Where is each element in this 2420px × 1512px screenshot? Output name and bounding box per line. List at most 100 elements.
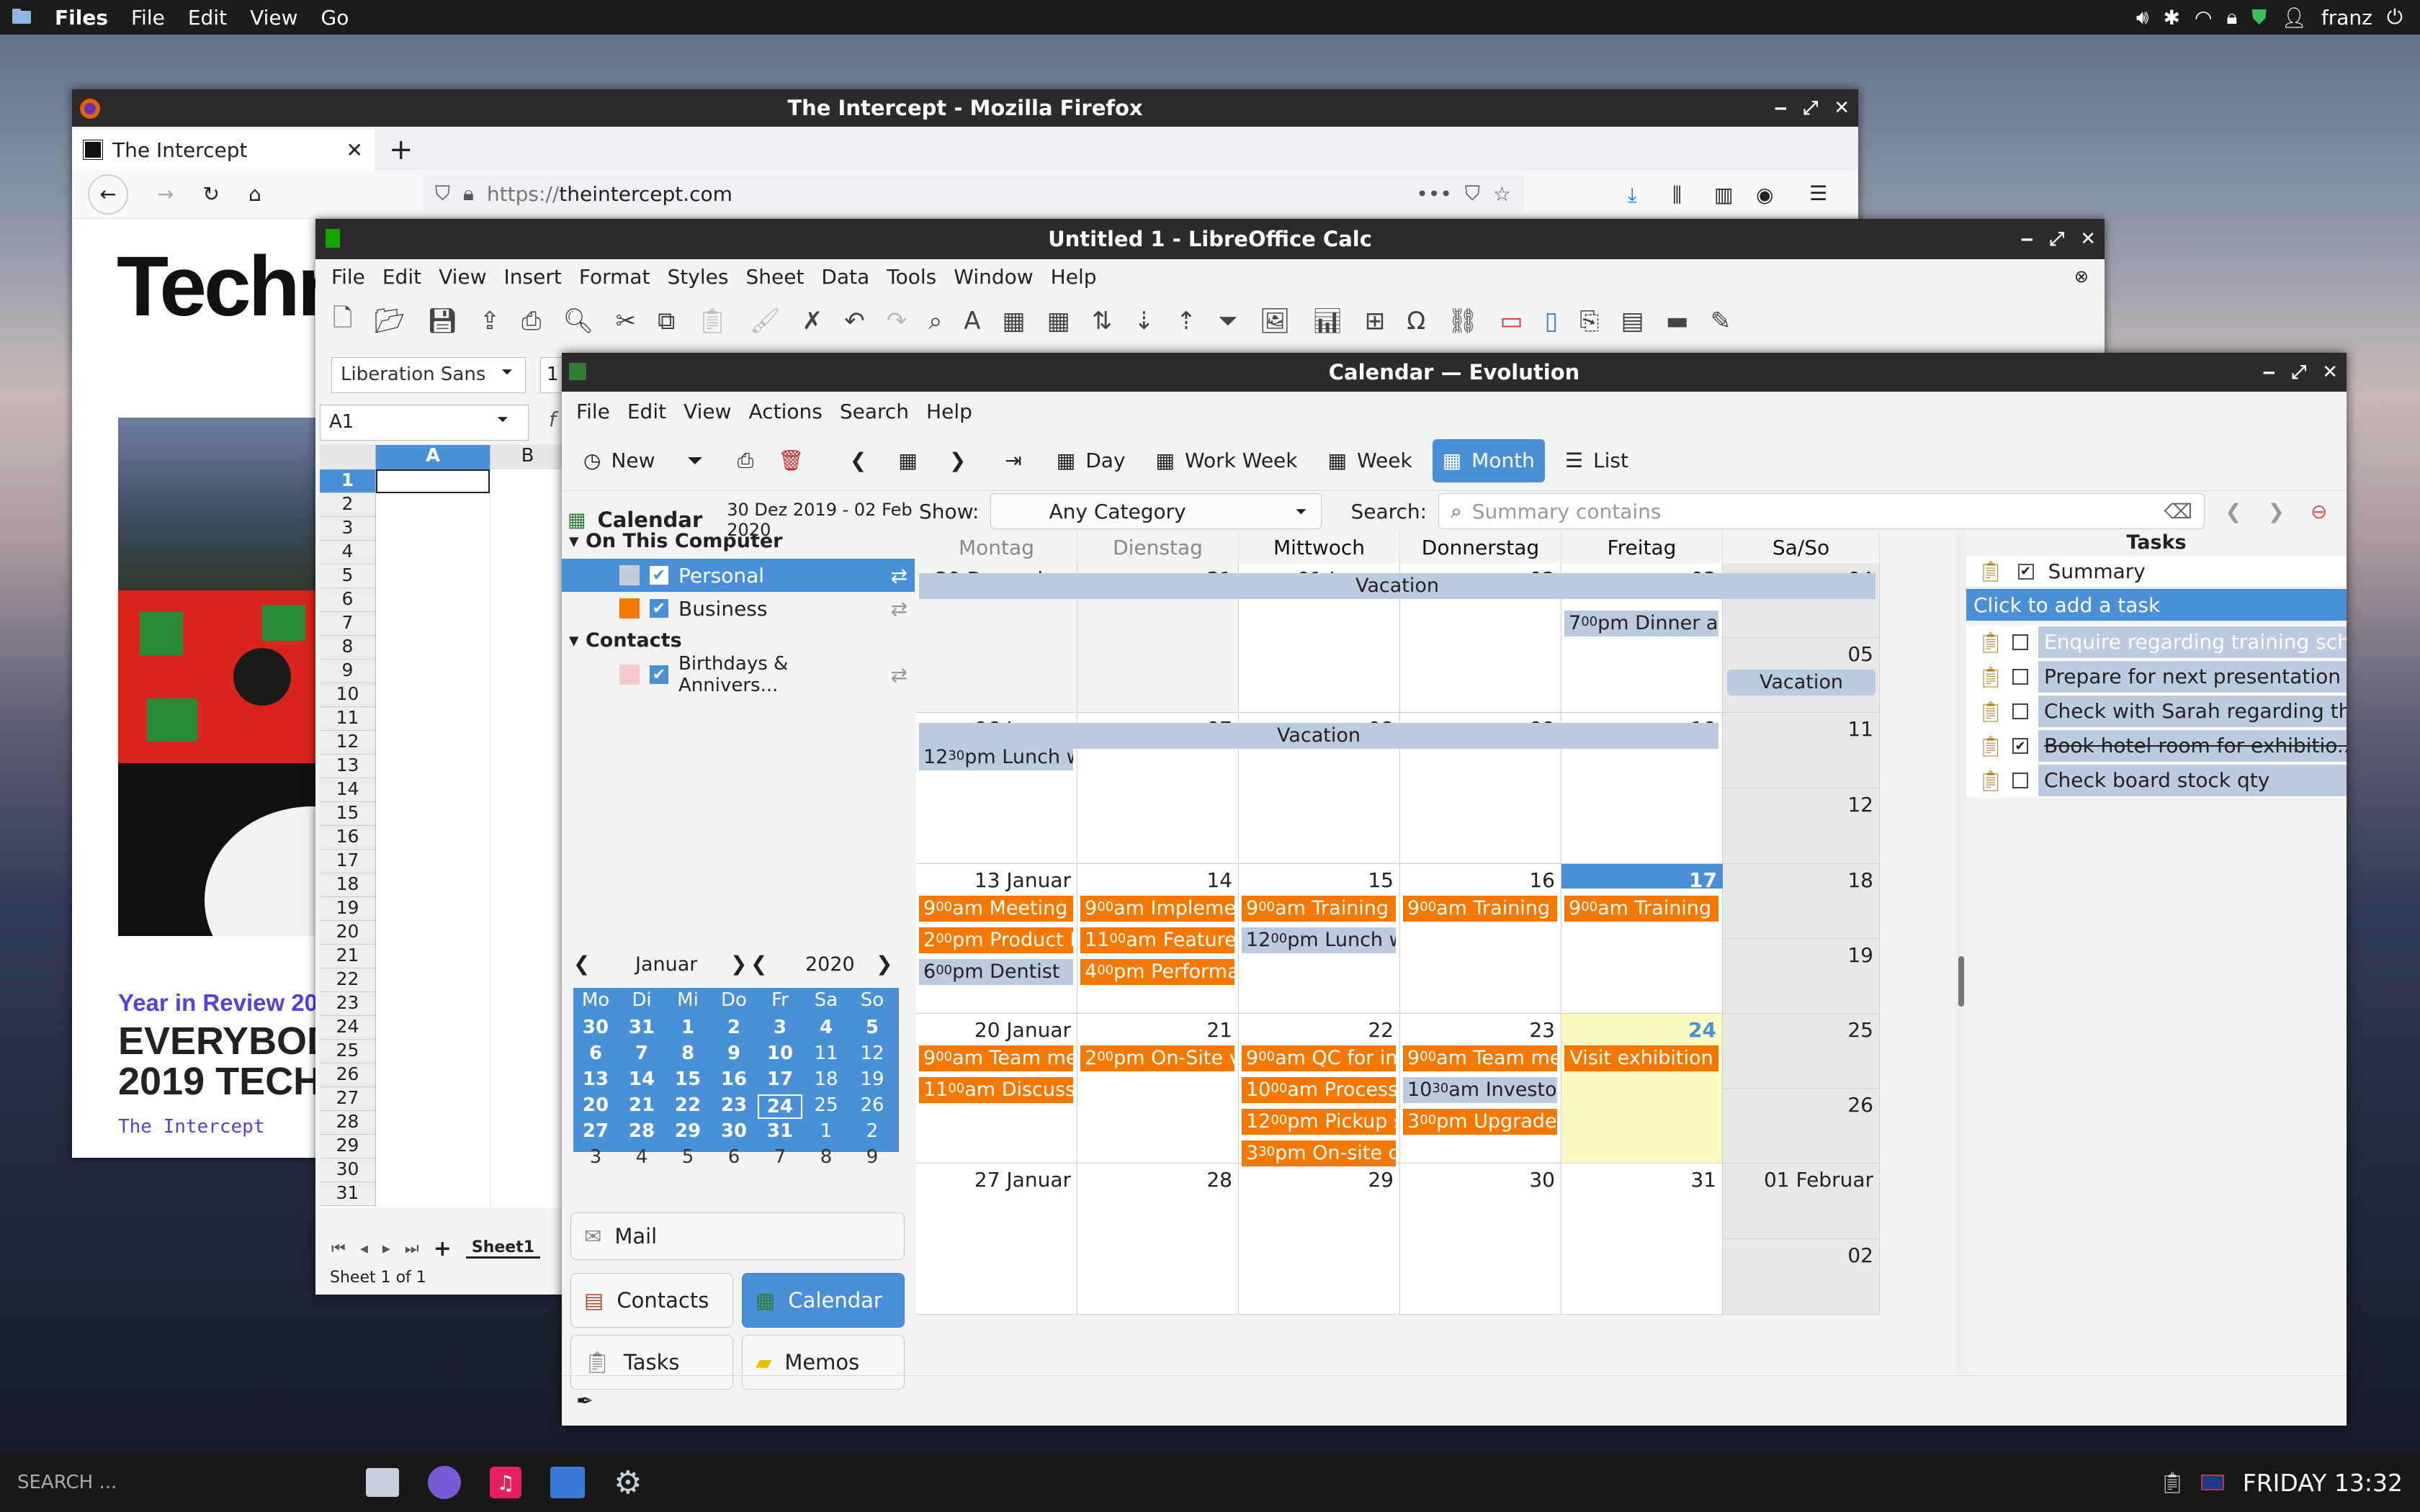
task-row[interactable]: 📋︎ Enquire regarding training sch... [1966, 625, 2347, 660]
menu-files[interactable]: Files [43, 6, 120, 30]
row-header[interactable]: 14 [320, 778, 376, 802]
mini-calendar-day[interactable]: 16 [712, 1068, 756, 1090]
forward-icon[interactable]: → [157, 182, 174, 206]
define-print-area-icon[interactable]: ⎘ [1579, 307, 1599, 336]
prev-year-icon[interactable]: ❮ [750, 952, 767, 976]
calc-menu-help[interactable]: Help [1044, 265, 1104, 289]
mini-calendar-day[interactable]: 8 [666, 1043, 710, 1064]
mini-calendar-day[interactable]: 4 [804, 1017, 848, 1038]
add-task-field[interactable]: Click to add a task [1966, 589, 2347, 621]
row-header[interactable]: 29 [320, 1135, 376, 1158]
minimize-icon[interactable]: ‒ [2262, 361, 2275, 383]
calendar-event[interactable]: 1100am Feature D [1080, 927, 1234, 953]
next-year-icon[interactable]: ❯ [876, 952, 892, 976]
day-cell-saturday[interactable]: 25 [1723, 1014, 1880, 1089]
mini-calendar-day[interactable]: 26 [850, 1094, 895, 1116]
row-icon[interactable]: ▦ [1003, 307, 1026, 336]
calendar-event[interactable]: 900am Implemen [1080, 896, 1234, 922]
expander-icon[interactable]: ▾ [569, 530, 579, 552]
row-header[interactable]: 20 [320, 921, 376, 945]
sort-icon[interactable]: ⇅ [1092, 307, 1113, 336]
clone-icon[interactable]: 🖌︎ [750, 307, 781, 336]
calc-titlebar[interactable]: Untitled 1 - LibreOffice Calc ‒ ⤢ ✕ [315, 219, 2105, 259]
power-icon[interactable]: ⏻ [2387, 5, 2403, 30]
calc-menu-styles[interactable]: Styles [660, 265, 736, 289]
special-char-icon[interactable]: Ω [1407, 307, 1425, 336]
mini-calendar-day[interactable]: 8 [804, 1146, 848, 1168]
screenshot-launcher-icon[interactable] [550, 1467, 585, 1498]
first-sheet-icon[interactable]: ⏮ [331, 1240, 346, 1258]
next-sheet-icon[interactable]: ▸ [382, 1240, 390, 1258]
evo-menu-help[interactable]: Help [918, 400, 981, 423]
comment-icon[interactable]: ▭ [1500, 307, 1523, 336]
files-app-icon[interactable] [0, 6, 43, 30]
calendar-event[interactable]: 300pm Upgrade f [1403, 1109, 1557, 1135]
sort-asc-icon[interactable]: ⇣ [1134, 307, 1155, 336]
calendar-event[interactable]: Vacation [1727, 670, 1876, 696]
freeze-icon[interactable]: ▤ [1621, 307, 1644, 336]
month-view[interactable]: Montag Dienstag Mittwoch Donnerstag Freitag S… [916, 531, 1880, 1417]
row-header[interactable]: 13 [320, 755, 376, 778]
task-complete-checkbox[interactable] [2012, 634, 2028, 650]
row-header[interactable]: 12 [320, 731, 376, 755]
settings-launcher-icon[interactable]: ⚙ [614, 1464, 642, 1501]
day-cell-sunday[interactable]: 26 [1723, 1089, 1880, 1164]
chevron-down-icon[interactable]: ⏷ [687, 449, 703, 473]
files-launcher-icon[interactable] [366, 1468, 399, 1497]
day-cell[interactable]: 16 [1400, 864, 1561, 1014]
row-header[interactable]: 11 [320, 707, 376, 731]
calendar-event[interactable]: 200pm On-Site v [1080, 1045, 1234, 1071]
mini-calendar-day[interactable]: 30 [712, 1120, 756, 1142]
prev-sheet-icon[interactable]: ◂ [360, 1240, 368, 1258]
row-header[interactable]: 5 [320, 564, 376, 588]
close-icon[interactable]: ✕ [2080, 228, 2096, 250]
cut-icon[interactable]: ✂ [616, 307, 637, 336]
calendar-event[interactable]: 1200pm Pickup sh [1242, 1109, 1396, 1135]
month-view-button[interactable]: ▦ Month [1432, 438, 1545, 482]
menu-edit[interactable]: Edit [176, 6, 238, 30]
next-icon[interactable]: ❯ [949, 449, 966, 472]
calc-menu-tools[interactable]: Tools [879, 265, 944, 289]
personal-checkbox[interactable]: ✔ [650, 566, 668, 585]
url-bar[interactable]: ⛉ 🔒︎ https://theintercept.com ••• ⛉ ☆ [422, 176, 1524, 212]
calendar-event[interactable]: Visit exhibition [1564, 1045, 1718, 1071]
task-summary[interactable]: Check with Sarah regarding th... [2038, 696, 2347, 727]
mini-calendar-day[interactable]: 7 [619, 1043, 664, 1064]
list-view-button[interactable]: ☰ List [1555, 439, 1639, 482]
task-complete-checkbox[interactable] [2012, 703, 2028, 719]
username[interactable]: franz [2321, 6, 2372, 30]
mini-calendar-day[interactable]: 27 [573, 1120, 618, 1142]
row-header[interactable]: 9 [320, 660, 376, 683]
row-header[interactable]: 27 [320, 1087, 376, 1111]
calendar-event[interactable]: 900am Team me [919, 1045, 1073, 1071]
mini-calendar-day[interactable]: 31 [619, 1017, 664, 1038]
calendar-event[interactable]: 900am Training [1242, 896, 1396, 922]
calendar-event[interactable]: 900am Meeting w [919, 896, 1073, 922]
browser-launcher-icon[interactable] [428, 1466, 461, 1499]
group-contacts[interactable]: ▾ Contacts [569, 629, 682, 652]
mini-calendar-day[interactable]: 6 [712, 1146, 756, 1168]
menu-file[interactable]: File [120, 6, 176, 30]
bluetooth-icon[interactable]: ✱ [2163, 6, 2179, 30]
sheet-tab-sheet1[interactable]: Sheet1 [465, 1238, 541, 1259]
lock-icon[interactable]: 🔒︎ [2226, 5, 2237, 30]
row-header[interactable]: 25 [320, 1040, 376, 1063]
previous-icon[interactable]: ❮ [850, 449, 866, 472]
calendar-item-birthdays[interactable]: ✔ Birthdays & Annivers... ⇄ [562, 653, 915, 696]
tab-the-intercept[interactable]: The Intercept ✕ [72, 130, 375, 170]
home-icon[interactable]: ⌂ [248, 182, 261, 206]
task-row[interactable]: 📋︎ Check board stock qty [1966, 763, 2347, 798]
row-header[interactable]: 23 [320, 992, 376, 1016]
row-header[interactable]: 2 [320, 493, 376, 517]
mini-calendar-day[interactable]: 10 [758, 1043, 802, 1064]
open-icon[interactable]: 📂︎ [374, 307, 405, 336]
copy-icon[interactable]: ⧉ [658, 307, 675, 336]
sync-icon[interactable]: ⇄ [891, 663, 915, 687]
row-header[interactable]: 7 [320, 612, 376, 636]
page-headline[interactable]: Techn [117, 238, 349, 336]
evolution-titlebar[interactable]: Calendar — Evolution ‒ ⤢ ✕ [562, 353, 2347, 392]
day-cell-sunday[interactable]: 02 [1723, 1239, 1880, 1315]
calc-menu-format[interactable]: Format [572, 265, 658, 289]
calendar-event[interactable]: 600pm Dentist [919, 959, 1073, 985]
calc-menu-file[interactable]: File [324, 265, 372, 289]
